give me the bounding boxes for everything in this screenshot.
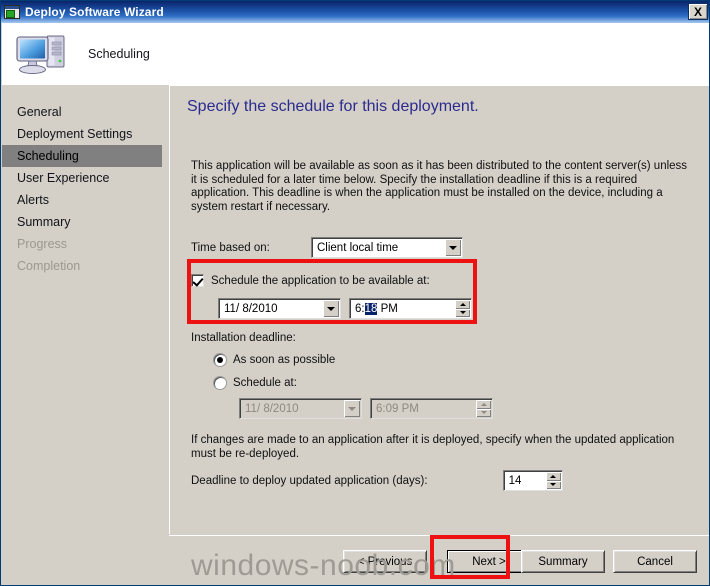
sidebar-item-user-experience[interactable]: User Experience bbox=[2, 167, 162, 189]
chevron-down-icon bbox=[344, 400, 360, 417]
chevron-down-icon[interactable] bbox=[323, 300, 339, 317]
installation-deadline-label-row: Installation deadline: bbox=[191, 332, 296, 344]
schedule-available-label: Schedule the application to be available… bbox=[211, 274, 430, 287]
radio-schedule-at-label: Schedule at: bbox=[233, 377, 297, 389]
schedule-date-picker[interactable]: 11/ 8/2010 bbox=[218, 298, 341, 319]
time-based-on-value: Client local time bbox=[317, 241, 399, 254]
redeploy-days-stepper-field[interactable]: 14 bbox=[502, 470, 563, 491]
deadline-date-picker: 11/ 8/2010 bbox=[239, 398, 362, 419]
radio-asap-label: As soon as possible bbox=[233, 354, 336, 366]
summary-button[interactable]: Summary bbox=[521, 550, 605, 573]
schedule-available-row: Schedule the application to be available… bbox=[191, 274, 430, 287]
deploy-software-wizard-window: Deploy Software Wizard X Scheduling Gene… bbox=[0, 0, 710, 586]
schedule-time-picker[interactable]: 6:18 PM bbox=[349, 298, 472, 319]
stepper-down-icon[interactable] bbox=[455, 308, 470, 317]
time-based-on-row: Time based on: Client local time bbox=[191, 237, 463, 258]
redeploy-days-stepper[interactable] bbox=[545, 472, 561, 489]
time-based-on-select[interactable]: Client local time bbox=[311, 237, 463, 258]
redeploy-days-label: Deadline to deploy updated application (… bbox=[191, 474, 428, 487]
stepper-down-icon bbox=[476, 408, 491, 417]
redeploy-note: If changes are made to an application af… bbox=[191, 434, 675, 460]
stepper-up-icon[interactable] bbox=[455, 300, 470, 309]
schedule-time-stepper[interactable] bbox=[455, 300, 470, 317]
wizard-body: General Deployment Settings Scheduling U… bbox=[2, 85, 709, 585]
stepper-up-icon[interactable] bbox=[545, 472, 561, 481]
deadline-time-value: 6:09 PM bbox=[376, 402, 419, 415]
cancel-button[interactable]: Cancel bbox=[613, 550, 697, 573]
schedule-time-prefix: 6: bbox=[355, 302, 365, 315]
window-title: Deploy Software Wizard bbox=[25, 5, 164, 19]
close-icon[interactable]: X bbox=[688, 3, 708, 20]
intro-description: This application will be available as so… bbox=[191, 160, 688, 213]
sidebar-item-completion: Completion bbox=[17, 259, 81, 273]
wizard-header: Scheduling bbox=[2, 23, 709, 85]
radio-asap-row[interactable]: As soon as possible bbox=[214, 354, 335, 366]
sidebar-item-deployment-settings[interactable]: Deployment Settings bbox=[2, 123, 162, 145]
sidebar-item-general[interactable]: General bbox=[2, 101, 162, 123]
stepper-up-icon bbox=[476, 400, 491, 409]
deadline-date-value: 11/ 8/2010 bbox=[245, 402, 299, 415]
installation-deadline-label: Installation deadline: bbox=[191, 332, 296, 344]
schedule-time-suffix: PM bbox=[377, 302, 398, 315]
schedule-time-value: 6:18 PM bbox=[350, 302, 398, 315]
schedule-time-selected-segment[interactable]: 18 bbox=[364, 302, 378, 315]
sidebar-item-summary[interactable]: Summary bbox=[2, 211, 162, 233]
previous-button[interactable]: < Previous bbox=[343, 550, 427, 573]
redeploy-days-value: 14 bbox=[508, 474, 522, 487]
radio-schedule-at-row[interactable]: Schedule at: bbox=[214, 377, 297, 389]
wizard-content-panel: Specify the schedule for this deployment… bbox=[169, 85, 709, 534]
computer-icon bbox=[14, 30, 72, 78]
wizard-window-icon bbox=[4, 5, 20, 19]
wizard-footer: < Previous Next > Summary Cancel bbox=[169, 535, 709, 585]
wizard-page-title: Scheduling bbox=[88, 47, 150, 61]
schedule-available-inputs: 11/ 8/2010 6:18 PM bbox=[218, 298, 472, 319]
title-bar: Deploy Software Wizard X bbox=[1, 1, 709, 23]
redeploy-days-row: Deadline to deploy updated application (… bbox=[191, 470, 691, 491]
wizard-step-list: General Deployment Settings Scheduling U… bbox=[2, 85, 162, 585]
schedule-date-value: 11/ 8/2010 bbox=[224, 302, 278, 315]
page-heading: Specify the schedule for this deployment… bbox=[187, 98, 479, 115]
next-button[interactable]: Next > bbox=[447, 550, 531, 573]
radio-schedule-at[interactable] bbox=[214, 377, 226, 389]
sidebar-item-alerts[interactable]: Alerts bbox=[2, 189, 162, 211]
chevron-down-icon[interactable] bbox=[445, 239, 461, 256]
deadline-inputs-row: 11/ 8/2010 6:09 PM bbox=[239, 398, 493, 419]
stepper-down-icon[interactable] bbox=[545, 480, 561, 489]
schedule-available-checkbox[interactable] bbox=[191, 274, 204, 287]
sidebar-item-scheduling[interactable]: Scheduling bbox=[2, 145, 162, 167]
deadline-time-picker: 6:09 PM bbox=[370, 398, 493, 419]
time-based-on-label: Time based on: bbox=[191, 241, 270, 254]
sidebar-item-progress: Progress bbox=[17, 237, 68, 251]
radio-as-soon-as-possible[interactable] bbox=[214, 354, 226, 366]
deadline-time-stepper bbox=[476, 400, 491, 417]
